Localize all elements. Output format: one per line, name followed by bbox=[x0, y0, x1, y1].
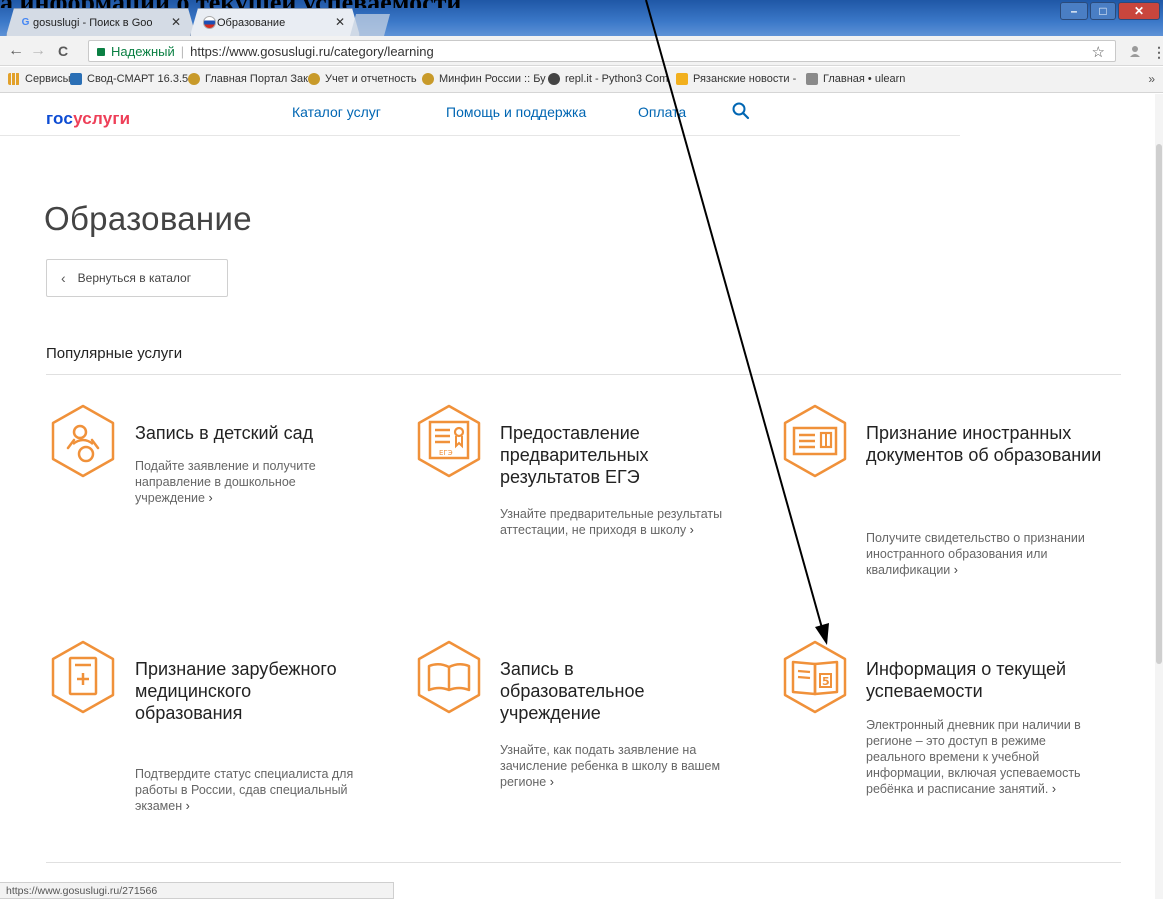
address-toolbar: ← → C Надежный | https://www.gosuslugi.r… bbox=[0, 36, 1163, 66]
diary-icon: 5 bbox=[783, 640, 847, 714]
bookmark-label: Минфин России :: Бу bbox=[439, 73, 546, 85]
service-desc: Узнайте, как подать заявление на зачисле… bbox=[500, 742, 750, 790]
bookmark-label: Учет и отчетность bbox=[325, 73, 417, 85]
page-scrollbar[interactable] bbox=[1155, 94, 1163, 899]
apps-icon bbox=[8, 73, 20, 85]
lock-icon bbox=[97, 48, 105, 56]
desc-text: Получите свидетельство о признании иност… bbox=[866, 531, 1085, 577]
divider bbox=[46, 862, 1121, 863]
bookmark-ulearn[interactable]: Главная • ulearn bbox=[806, 73, 905, 85]
chevron-right-icon[interactable]: › bbox=[690, 523, 694, 537]
desc-text: Подтвердите статус специалиста для работ… bbox=[135, 767, 354, 813]
tab-title: Образование bbox=[217, 16, 286, 29]
bookmark-zakupki[interactable]: Главная Портал Зак bbox=[188, 73, 308, 85]
url-input[interactable]: Надежный | https://www.gosuslugi.ru/cate… bbox=[88, 40, 1116, 62]
emblem-icon bbox=[308, 73, 320, 85]
back-to-catalog-button[interactable]: ‹ Вернуться в каталог bbox=[46, 259, 228, 297]
pacifier-icon bbox=[51, 404, 115, 478]
desc-text: Узнайте, как подать заявление на зачисле… bbox=[500, 743, 721, 789]
desc-text: Подайте заявление и получите направление… bbox=[135, 459, 316, 505]
bookmark-services[interactable]: Сервисы bbox=[8, 73, 71, 85]
chevron-right-icon[interactable]: › bbox=[954, 563, 958, 577]
service-title[interactable]: Запись в детский сад bbox=[135, 422, 395, 444]
bookmarks-bar: Сервисы Свод-СМАРТ 16.3.5.2 Главная Порт… bbox=[0, 67, 1163, 93]
menu-catalog[interactable]: Каталог услуг bbox=[292, 104, 381, 120]
back-label: Вернуться в каталог bbox=[77, 271, 192, 285]
reload-icon[interactable]: C bbox=[58, 43, 68, 59]
bookmark-replit[interactable]: repl.it - Python3 Com bbox=[548, 73, 668, 85]
chevron-right-icon[interactable]: › bbox=[1052, 782, 1056, 796]
chevron-right-icon[interactable]: › bbox=[186, 799, 190, 813]
flag-icon bbox=[203, 16, 216, 29]
tab-title: gosuslugi - Поиск в Goo bbox=[33, 16, 153, 29]
bookmark-label: Главная • ulearn bbox=[823, 73, 906, 85]
scrollbar-thumb[interactable] bbox=[1156, 144, 1162, 664]
document-heading: а информации о текущей успеваемости bbox=[0, 0, 1163, 8]
page-title: Образование bbox=[44, 200, 252, 237]
bookmark-uchet[interactable]: Учет и отчетность bbox=[308, 73, 417, 85]
tab-google-search[interactable]: G gosuslugi - Поиск в Goo ✕ bbox=[6, 8, 196, 36]
close-icon[interactable]: ✕ bbox=[335, 15, 345, 29]
secure-label: Надежный bbox=[111, 43, 175, 59]
bookmark-minfin[interactable]: Минфин России :: Бу bbox=[422, 73, 546, 85]
google-icon: G bbox=[21, 17, 30, 28]
search-icon[interactable] bbox=[732, 102, 750, 120]
chevron-left-icon: ‹ bbox=[61, 270, 66, 286]
back-icon[interactable]: ← bbox=[8, 42, 24, 60]
service-title[interactable]: Запись в образовательное учреждение bbox=[500, 658, 720, 724]
diploma-icon bbox=[783, 404, 847, 478]
bookmark-ryazan-news[interactable]: Рязанские новости - bbox=[676, 73, 796, 85]
site-header: госуслуги Каталог услуг Помощь и поддерж… bbox=[0, 94, 960, 136]
divider bbox=[46, 374, 1121, 375]
tab-education[interactable]: Образование ✕ bbox=[190, 8, 360, 36]
bookmark-label: Сервисы bbox=[25, 73, 71, 85]
bookmarks-more-icon[interactable]: » bbox=[1148, 72, 1155, 86]
emblem-icon bbox=[422, 73, 434, 85]
chevron-right-icon[interactable]: › bbox=[550, 775, 554, 789]
status-bar-url: https://www.gosuslugi.ru/271566 bbox=[0, 882, 394, 899]
star-icon[interactable]: ☆ bbox=[1092, 43, 1105, 61]
repl-icon bbox=[548, 73, 560, 85]
grade-label: 5 bbox=[822, 675, 830, 688]
new-tab-button[interactable] bbox=[350, 14, 390, 36]
book-icon bbox=[417, 640, 481, 714]
service-title[interactable]: Признание иностранных документов об обра… bbox=[866, 422, 1106, 466]
gosuslugi-logo[interactable]: госуслуги bbox=[46, 109, 130, 129]
service-desc: Получите свидетельство о признании иност… bbox=[866, 530, 1116, 578]
close-icon[interactable]: ✕ bbox=[171, 15, 181, 29]
service-desc: Электронный дневник при наличии в регион… bbox=[866, 717, 1101, 797]
desc-text: Электронный дневник при наличии в регион… bbox=[866, 718, 1081, 796]
menu-help[interactable]: Помощь и поддержка bbox=[446, 104, 586, 120]
menu-payment[interactable]: Оплата bbox=[638, 104, 686, 120]
separator: | bbox=[180, 43, 185, 59]
medical-document-icon bbox=[51, 640, 115, 714]
svod-icon bbox=[70, 73, 82, 85]
service-title[interactable]: Информация о текущей успеваемости bbox=[866, 658, 1146, 702]
url-text: https://www.gosuslugi.ru/category/learni… bbox=[190, 43, 434, 59]
ulearn-icon bbox=[806, 73, 818, 85]
forward-icon[interactable]: → bbox=[30, 42, 46, 60]
logo-part: гос bbox=[46, 109, 74, 128]
bookmark-svod[interactable]: Свод-СМАРТ 16.3.5.2 bbox=[70, 73, 195, 85]
ege-certificate-icon: ЕГЭ bbox=[417, 404, 481, 478]
extension-icon[interactable] bbox=[1128, 44, 1142, 61]
news-icon bbox=[676, 73, 688, 85]
ege-label: ЕГЭ bbox=[439, 449, 453, 457]
bookmark-label: Рязанские новости - bbox=[693, 73, 797, 85]
logo-part: услуги bbox=[73, 109, 131, 128]
service-title[interactable]: Признание зарубежного медицинского образ… bbox=[135, 658, 355, 724]
bookmark-label: Свод-СМАРТ 16.3.5.2 bbox=[87, 73, 195, 85]
emblem-icon bbox=[188, 73, 200, 85]
chevron-right-icon[interactable]: › bbox=[208, 491, 212, 505]
service-title[interactable]: Предоставление предварительных результат… bbox=[500, 422, 740, 488]
service-desc: Подтвердите статус специалиста для работ… bbox=[135, 766, 375, 814]
section-title: Популярные услуги bbox=[46, 345, 183, 362]
menu-icon[interactable]: ⋮ bbox=[1152, 44, 1163, 61]
service-desc: Подайте заявление и получите направление… bbox=[135, 458, 365, 506]
service-desc: Узнайте предварительные результаты аттес… bbox=[500, 506, 745, 538]
bookmark-label: Главная Портал Зак bbox=[205, 73, 308, 85]
bookmark-label: repl.it - Python3 Com bbox=[565, 73, 669, 85]
